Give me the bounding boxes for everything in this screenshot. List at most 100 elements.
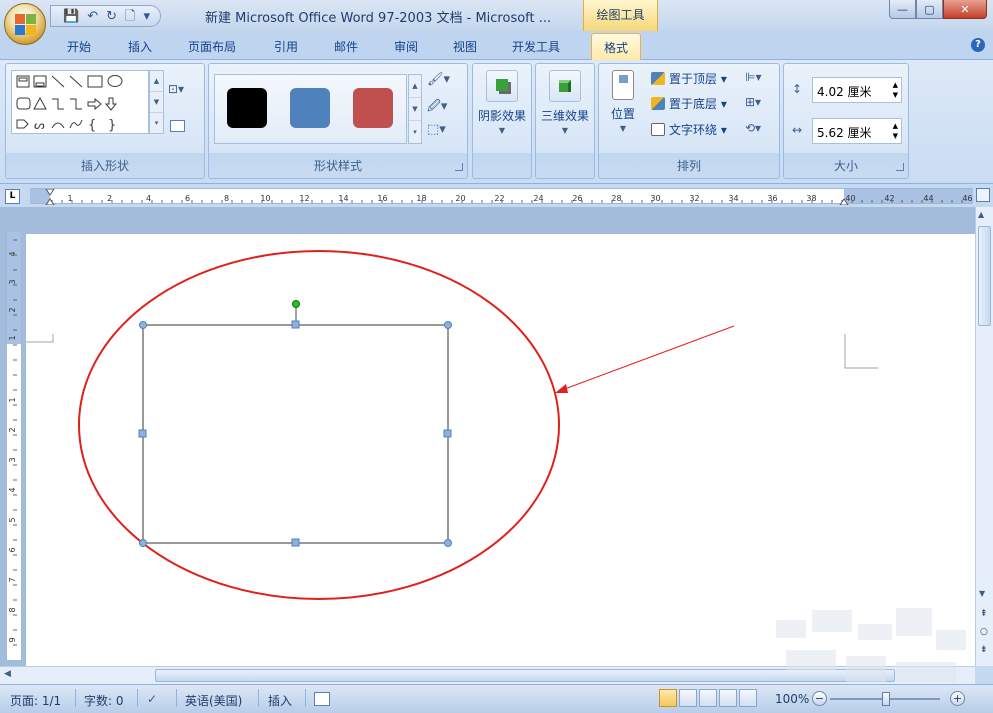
shape-height-input[interactable]: 4.02 厘米 ▲ ▼ <box>812 77 902 103</box>
position-button[interactable]: 位置 ▼ <box>595 70 651 133</box>
shape-width-input[interactable]: 5.62 厘米 ▲ ▼ <box>812 118 902 144</box>
scroll-down-icon[interactable]: ▼ <box>979 589 985 598</box>
status-page-count[interactable]: 页面: 1/1 <box>10 692 61 709</box>
height-spinner-icon[interactable]: ▲ ▼ <box>893 80 898 100</box>
scroll-down-icon[interactable]: ▼ <box>150 92 163 113</box>
drawing-tools-context-label: 绘图工具 <box>583 0 658 31</box>
shape-style-scroll[interactable]: ▲ ▼ ▾ <box>408 74 422 144</box>
ruler-tick-label: 6 <box>8 547 17 552</box>
shapes-gallery-scroll[interactable]: ▲ ▼ ▾ <box>149 70 164 134</box>
tab-insert[interactable]: 插入 <box>128 38 152 55</box>
tab-page-layout[interactable]: 页面布局 <box>188 38 236 55</box>
maximize-button[interactable]: ▢ <box>916 0 943 19</box>
scroll-up-icon[interactable]: ▲ <box>150 71 163 92</box>
resize-handle-left[interactable] <box>138 429 147 438</box>
scroll-up-icon[interactable]: ▲ <box>978 210 984 219</box>
width-spinner-icon[interactable]: ▲ ▼ <box>893 121 898 141</box>
resize-handle-tr[interactable] <box>444 321 452 329</box>
tab-view[interactable]: 视图 <box>453 38 477 55</box>
next-page-icon[interactable]: ⇟ <box>980 645 988 655</box>
first-line-indent-marker[interactable] <box>45 189 55 196</box>
left-indent-marker[interactable] <box>45 198 55 205</box>
shapes-gallery[interactable]: ᔕ { } <box>11 70 149 134</box>
tab-home[interactable]: 开始 <box>67 38 91 55</box>
tab-review[interactable]: 审阅 <box>394 38 418 55</box>
shape-outline-icon[interactable]: 🖉▾ <box>427 97 457 122</box>
send-to-back-icon <box>651 97 665 110</box>
rotate-handle[interactable] <box>292 300 300 308</box>
rectangle-shape[interactable] <box>142 324 449 544</box>
shape-style-gallery <box>214 74 407 144</box>
print-preview-icon[interactable]: 🗋 <box>125 10 135 23</box>
tab-developer[interactable]: 开发工具 <box>512 38 560 55</box>
dialog-launcher-icon[interactable] <box>455 163 463 171</box>
ruler-tick-label: 28 <box>611 194 621 203</box>
status-divider <box>137 689 138 707</box>
tab-mailings[interactable]: 邮件 <box>334 38 358 55</box>
ruler-tick-label: 3 <box>8 457 17 462</box>
change-shape-icon[interactable]: ⬚▾ <box>427 122 457 147</box>
resize-handle-br[interactable] <box>444 539 452 547</box>
rotate-icon[interactable]: ⟲▾ <box>745 121 761 135</box>
group-objects-icon[interactable]: ⊞▾ <box>745 95 761 109</box>
resize-handle-top[interactable] <box>291 320 300 329</box>
proofing-icon[interactable]: ✓ <box>147 692 157 706</box>
chevron-down-icon: ▼ <box>498 126 506 135</box>
previous-page-icon[interactable]: ⇞ <box>980 609 988 619</box>
close-button[interactable]: ✕ <box>943 0 987 19</box>
ruler-tick-label: 4 <box>146 194 151 203</box>
select-browse-object-icon[interactable]: ○ <box>980 627 988 637</box>
save-icon[interactable]: 💾 <box>63 10 79 23</box>
resize-handle-bottom[interactable] <box>291 538 300 547</box>
align-icon[interactable]: ⊫▾ <box>745 70 761 84</box>
office-button[interactable] <box>4 3 46 45</box>
resize-handle-bl[interactable] <box>139 539 147 547</box>
vertical-ruler[interactable]: 4 3 2 1 1 2 3 4 5 6 7 8 9 <box>6 232 22 660</box>
horizontal-ruler[interactable]: 1 2 4 6 8 10 12 14 16 18 20 22 24 26 28 30 32 34 36 38 40 42 4… <box>30 188 973 205</box>
minimize-button[interactable]: — <box>889 0 916 19</box>
draft-view-icon[interactable] <box>739 689 757 707</box>
shape-fill-icon[interactable]: 🖌▾ <box>427 72 457 97</box>
tab-references[interactable]: 引用 <box>274 38 298 55</box>
ruler-tick-label: 22 <box>494 194 504 203</box>
help-icon[interactable]: ? <box>971 38 985 52</box>
resize-handle-tl[interactable] <box>139 321 147 329</box>
full-screen-reading-view-icon[interactable] <box>679 689 697 707</box>
scroll-up-icon[interactable]: ▲ <box>409 75 421 98</box>
web-layout-view-icon[interactable] <box>699 689 717 707</box>
undo-icon[interactable]: ↶ <box>87 10 98 23</box>
text-wrap-button[interactable]: 文字环绕 ▾ <box>651 121 727 138</box>
dialog-launcher-icon[interactable] <box>896 163 904 171</box>
group-label-shape-styles: 形状样式 <box>313 159 362 173</box>
macro-record-icon[interactable] <box>314 692 330 706</box>
shapes-gallery-icons: ᔕ { } <box>16 75 123 133</box>
style-swatch-red[interactable] <box>353 88 393 128</box>
gallery-expand-icon[interactable]: ▾ <box>409 121 421 144</box>
vertical-scrollbar[interactable]: ▲ ▼ ⇞ ○ ⇟ <box>975 207 993 666</box>
scroll-left-icon[interactable]: ◀ <box>4 669 11 679</box>
send-to-back-label: 置于底层 ▾ <box>669 97 727 111</box>
resize-handle-right[interactable] <box>443 429 452 438</box>
status-language[interactable]: 英语(美国) <box>185 692 242 709</box>
send-to-back-button[interactable]: 置于底层 ▾ <box>651 95 727 112</box>
style-swatch-blue[interactable] <box>290 88 330 128</box>
scroll-down-icon[interactable]: ▼ <box>409 98 421 121</box>
shadow-effects-button[interactable]: 阴影效果 ▼ <box>473 70 531 135</box>
view-ruler-icon[interactable] <box>976 188 990 202</box>
outline-view-icon[interactable] <box>719 689 737 707</box>
tab-selector[interactable]: L <box>5 189 20 204</box>
status-insert-mode[interactable]: 插入 <box>268 692 292 709</box>
vertical-scroll-thumb[interactable] <box>978 226 991 326</box>
gallery-expand-icon[interactable]: ▾ <box>150 113 163 134</box>
tab-format[interactable]: 格式 <box>591 33 642 61</box>
customize-qat-icon[interactable]: ▾ <box>143 10 150 23</box>
redo-icon[interactable]: ↻ <box>106 10 117 23</box>
3d-effects-button[interactable]: 三维效果 ▼ <box>536 70 594 135</box>
print-layout-view-icon[interactable] <box>659 689 677 707</box>
edit-shape-button[interactable]: ⊡▾ <box>168 82 184 96</box>
bring-to-front-button[interactable]: 置于顶层 ▾ <box>651 70 727 87</box>
status-word-count[interactable]: 字数: 0 <box>84 692 124 709</box>
text-box-icon[interactable] <box>170 120 185 132</box>
ruler-tick-label: 12 <box>299 194 309 203</box>
style-swatch-black[interactable] <box>227 88 267 128</box>
